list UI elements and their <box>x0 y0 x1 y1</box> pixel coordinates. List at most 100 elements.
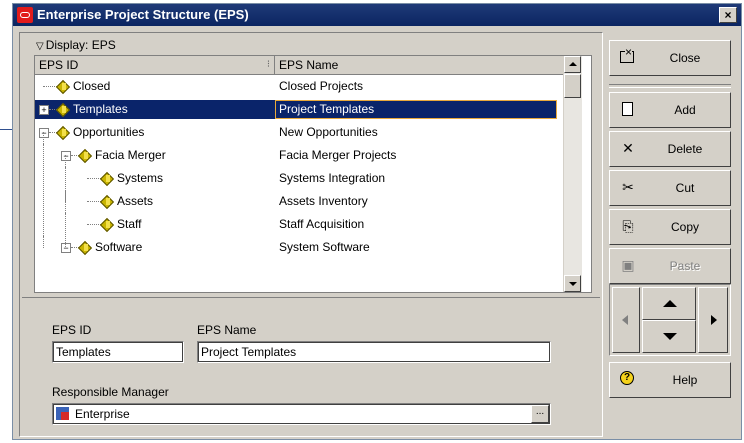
chevron-down-icon: ▽ <box>36 41 44 52</box>
eps-node-icon <box>79 242 90 253</box>
tree-connector <box>43 132 45 248</box>
window-close-button[interactable]: × <box>719 7 737 23</box>
eps-id-cell[interactable]: − Facia Merger <box>35 144 275 167</box>
add-button-label: Add <box>674 103 696 117</box>
delete-icon: ✕ <box>622 140 634 156</box>
delete-button[interactable]: ✕ Delete <box>609 131 731 167</box>
button-panel: Close Add ✕ Delete ✂ Cut ⎘ Copy ▣ Paste <box>609 32 737 437</box>
eps-node-icon <box>79 150 90 161</box>
eps-id-text: Systems <box>117 171 164 185</box>
add-button[interactable]: Add <box>609 92 731 128</box>
column-header-eps-name[interactable]: EPS Name <box>275 56 563 74</box>
close-button[interactable]: Close <box>609 40 731 76</box>
copy-button-label: Copy <box>670 220 699 234</box>
eps-node-icon <box>101 173 112 184</box>
help-button[interactable]: ? Help <box>609 362 731 398</box>
eps-node-icon <box>57 81 68 92</box>
paste-button[interactable]: ▣ Paste <box>609 248 731 284</box>
tree-row[interactable]: Staff Staff Acquisition <box>35 213 563 236</box>
eps-name-label: EPS Name <box>197 323 257 337</box>
eps-name-cell[interactable]: New Opportunities <box>275 121 555 144</box>
display-label: Display: EPS <box>45 38 116 52</box>
cut-button-label: Cut <box>675 181 695 195</box>
move-controls <box>609 284 731 356</box>
tree-connector <box>65 155 67 247</box>
eps-node-icon <box>101 196 112 207</box>
arrow-left-icon <box>622 315 628 325</box>
column-header-eps-name-label: EPS Name <box>279 58 339 72</box>
move-down-button[interactable] <box>642 320 696 353</box>
arrow-up-icon <box>663 300 677 307</box>
eps-name-cell[interactable]: Assets Inventory <box>275 190 555 213</box>
tree-row[interactable]: Closed Closed Projects <box>35 75 563 98</box>
paste-button-label: Paste <box>669 259 701 273</box>
eps-name-field[interactable]: Project Templates <box>197 341 551 363</box>
eps-id-cell[interactable]: − Software <box>35 236 275 259</box>
cut-button[interactable]: ✂ Cut <box>609 170 731 206</box>
tree-row[interactable]: − Opportunities New Opportunities <box>35 121 563 144</box>
eps-id-field[interactable]: Templates <box>52 341 184 363</box>
tree-row[interactable]: − Facia Merger Facia Merger Projects <box>35 144 563 167</box>
eps-id-cell[interactable]: Assets <box>35 190 275 213</box>
title-bar: Enterprise Project Structure (EPS) × <box>13 4 741 26</box>
close-button-label: Close <box>669 51 701 65</box>
manager-icon <box>56 407 69 420</box>
eps-node-icon <box>57 104 68 115</box>
browse-button[interactable]: ... <box>531 405 549 423</box>
vertical-scrollbar[interactable] <box>563 56 582 292</box>
help-button-label: Help <box>672 373 698 387</box>
oracle-logo-icon <box>17 7 33 23</box>
eps-id-cell[interactable]: Closed <box>35 75 275 98</box>
eps-node-icon <box>101 219 112 230</box>
delete-button-label: Delete <box>667 142 703 156</box>
eps-name-cell[interactable]: Project Templates <box>275 98 555 121</box>
eps-id-cell[interactable]: + Templates <box>35 98 275 121</box>
column-resize-icon: ⁝ <box>266 59 270 70</box>
scroll-thumb[interactable] <box>564 74 581 98</box>
move-right-button[interactable] <box>698 287 728 353</box>
eps-id-text: Assets <box>117 194 154 208</box>
eps-name-cell[interactable]: Closed Projects <box>275 75 555 98</box>
eps-name-cell[interactable]: System Software <box>275 236 555 259</box>
eps-id-text: Software <box>95 240 143 254</box>
eps-grid: EPS ID ⁝ EPS Name Closed Closed Projects +… <box>34 55 592 293</box>
eps-id-text: Closed <box>73 79 111 93</box>
column-header-eps-id-label: EPS ID <box>39 58 79 72</box>
eps-dialog: Enterprise Project Structure (EPS) × ▽ Di… <box>12 3 742 440</box>
eps-id-label: EPS ID <box>52 323 92 337</box>
eps-id-text: Templates <box>73 102 128 116</box>
eps-id-cell[interactable]: Staff <box>35 213 275 236</box>
help-icon: ? <box>620 371 634 385</box>
eps-id-text: Staff <box>117 217 142 231</box>
tree-row[interactable]: Systems Systems Integration <box>35 167 563 190</box>
detail-fields: EPS ID Templates EPS Name Project Templa… <box>22 303 600 433</box>
tree-row[interactable]: − Software System Software <box>35 236 563 259</box>
grid-header: EPS ID ⁝ EPS Name <box>35 56 563 75</box>
window-title: Enterprise Project Structure (EPS) <box>37 7 249 22</box>
eps-name-cell[interactable]: Facia Merger Projects <box>275 144 555 167</box>
paste-icon: ▣ <box>621 257 635 273</box>
scroll-up-button[interactable] <box>564 56 581 73</box>
eps-id-cell[interactable]: Systems <box>35 167 275 190</box>
copy-button[interactable]: ⎘ Copy <box>609 209 731 245</box>
column-header-eps-id[interactable]: EPS ID ⁝ <box>35 56 275 74</box>
eps-id-cell[interactable]: − Opportunities <box>35 121 275 144</box>
arrow-right-icon <box>711 315 717 325</box>
eps-id-text: Facia Merger <box>95 148 166 162</box>
responsible-manager-field[interactable]: Enterprise ... <box>52 403 551 425</box>
arrow-down-icon <box>663 333 677 340</box>
scroll-down-button[interactable] <box>564 275 581 292</box>
divider <box>609 84 731 88</box>
tree-row[interactable]: + Templates Project Templates <box>35 98 563 121</box>
tree-row[interactable]: Assets Assets Inventory <box>35 190 563 213</box>
copy-icon: ⎘ <box>622 218 634 234</box>
responsible-manager-value: Enterprise <box>75 407 130 421</box>
display-menu[interactable]: ▽ Display: EPS <box>36 38 116 52</box>
move-up-button[interactable] <box>642 287 696 320</box>
new-document-icon <box>622 102 633 116</box>
scissors-icon: ✂ <box>622 179 634 195</box>
eps-name-cell[interactable]: Systems Integration <box>275 167 555 190</box>
move-left-button[interactable] <box>612 287 640 353</box>
eps-name-cell[interactable]: Staff Acquisition <box>275 213 555 236</box>
expand-icon[interactable]: + <box>39 105 49 115</box>
